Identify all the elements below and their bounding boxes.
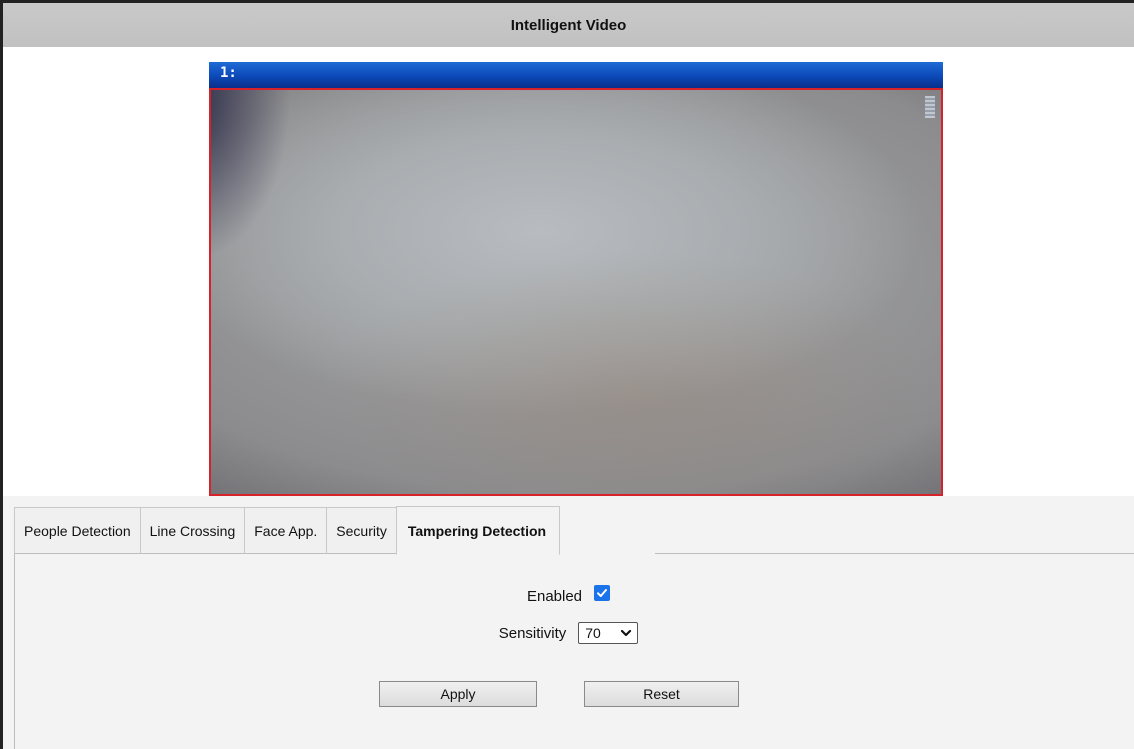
chevron-down-icon bbox=[621, 629, 632, 637]
tab-people-detection[interactable]: People Detection bbox=[14, 507, 141, 554]
tab-divider bbox=[655, 553, 1134, 554]
tab-label: Line Crossing bbox=[149, 522, 236, 539]
page-title: Intelligent Video bbox=[510, 16, 627, 34]
enabled-label: Enabled bbox=[526, 588, 583, 605]
tab-security[interactable]: Security bbox=[326, 507, 397, 554]
sensitivity-select[interactable]: 70 bbox=[578, 622, 639, 644]
tab-bar: People Detection Line Crossing Face App.… bbox=[14, 506, 561, 555]
tab-tampering-detection[interactable]: Tampering Detection bbox=[395, 506, 561, 555]
sensitivity-label: Sensitivity bbox=[498, 624, 567, 642]
page-title-bar: Intelligent Video bbox=[3, 3, 1134, 47]
tab-label: Tampering Detection bbox=[407, 522, 547, 539]
tab-label: Security bbox=[336, 522, 387, 539]
video-channel-label: 1: bbox=[220, 65, 237, 81]
tab-face-app[interactable]: Face App. bbox=[244, 507, 328, 554]
tab-label: People Detection bbox=[24, 522, 131, 539]
tab-line-crossing[interactable]: Line Crossing bbox=[139, 507, 246, 554]
settings-panel: People Detection Line Crossing Face App.… bbox=[3, 496, 1134, 749]
enabled-checkbox[interactable] bbox=[594, 584, 611, 601]
sensitivity-row: Sensitivity 70 bbox=[3, 622, 1134, 644]
enabled-row: Enabled bbox=[3, 584, 1134, 605]
reset-button[interactable]: Reset bbox=[584, 681, 739, 707]
tab-label: Face App. bbox=[254, 522, 318, 539]
video-channel-header: 1: bbox=[209, 62, 943, 88]
video-osd-indicator bbox=[925, 96, 935, 118]
apply-button[interactable]: Apply bbox=[379, 681, 537, 707]
panel-border bbox=[14, 554, 15, 749]
video-preview[interactable] bbox=[209, 88, 943, 496]
sensitivity-value: 70 bbox=[585, 625, 601, 641]
checkmark-icon bbox=[597, 588, 608, 597]
video-vignette bbox=[211, 90, 291, 260]
